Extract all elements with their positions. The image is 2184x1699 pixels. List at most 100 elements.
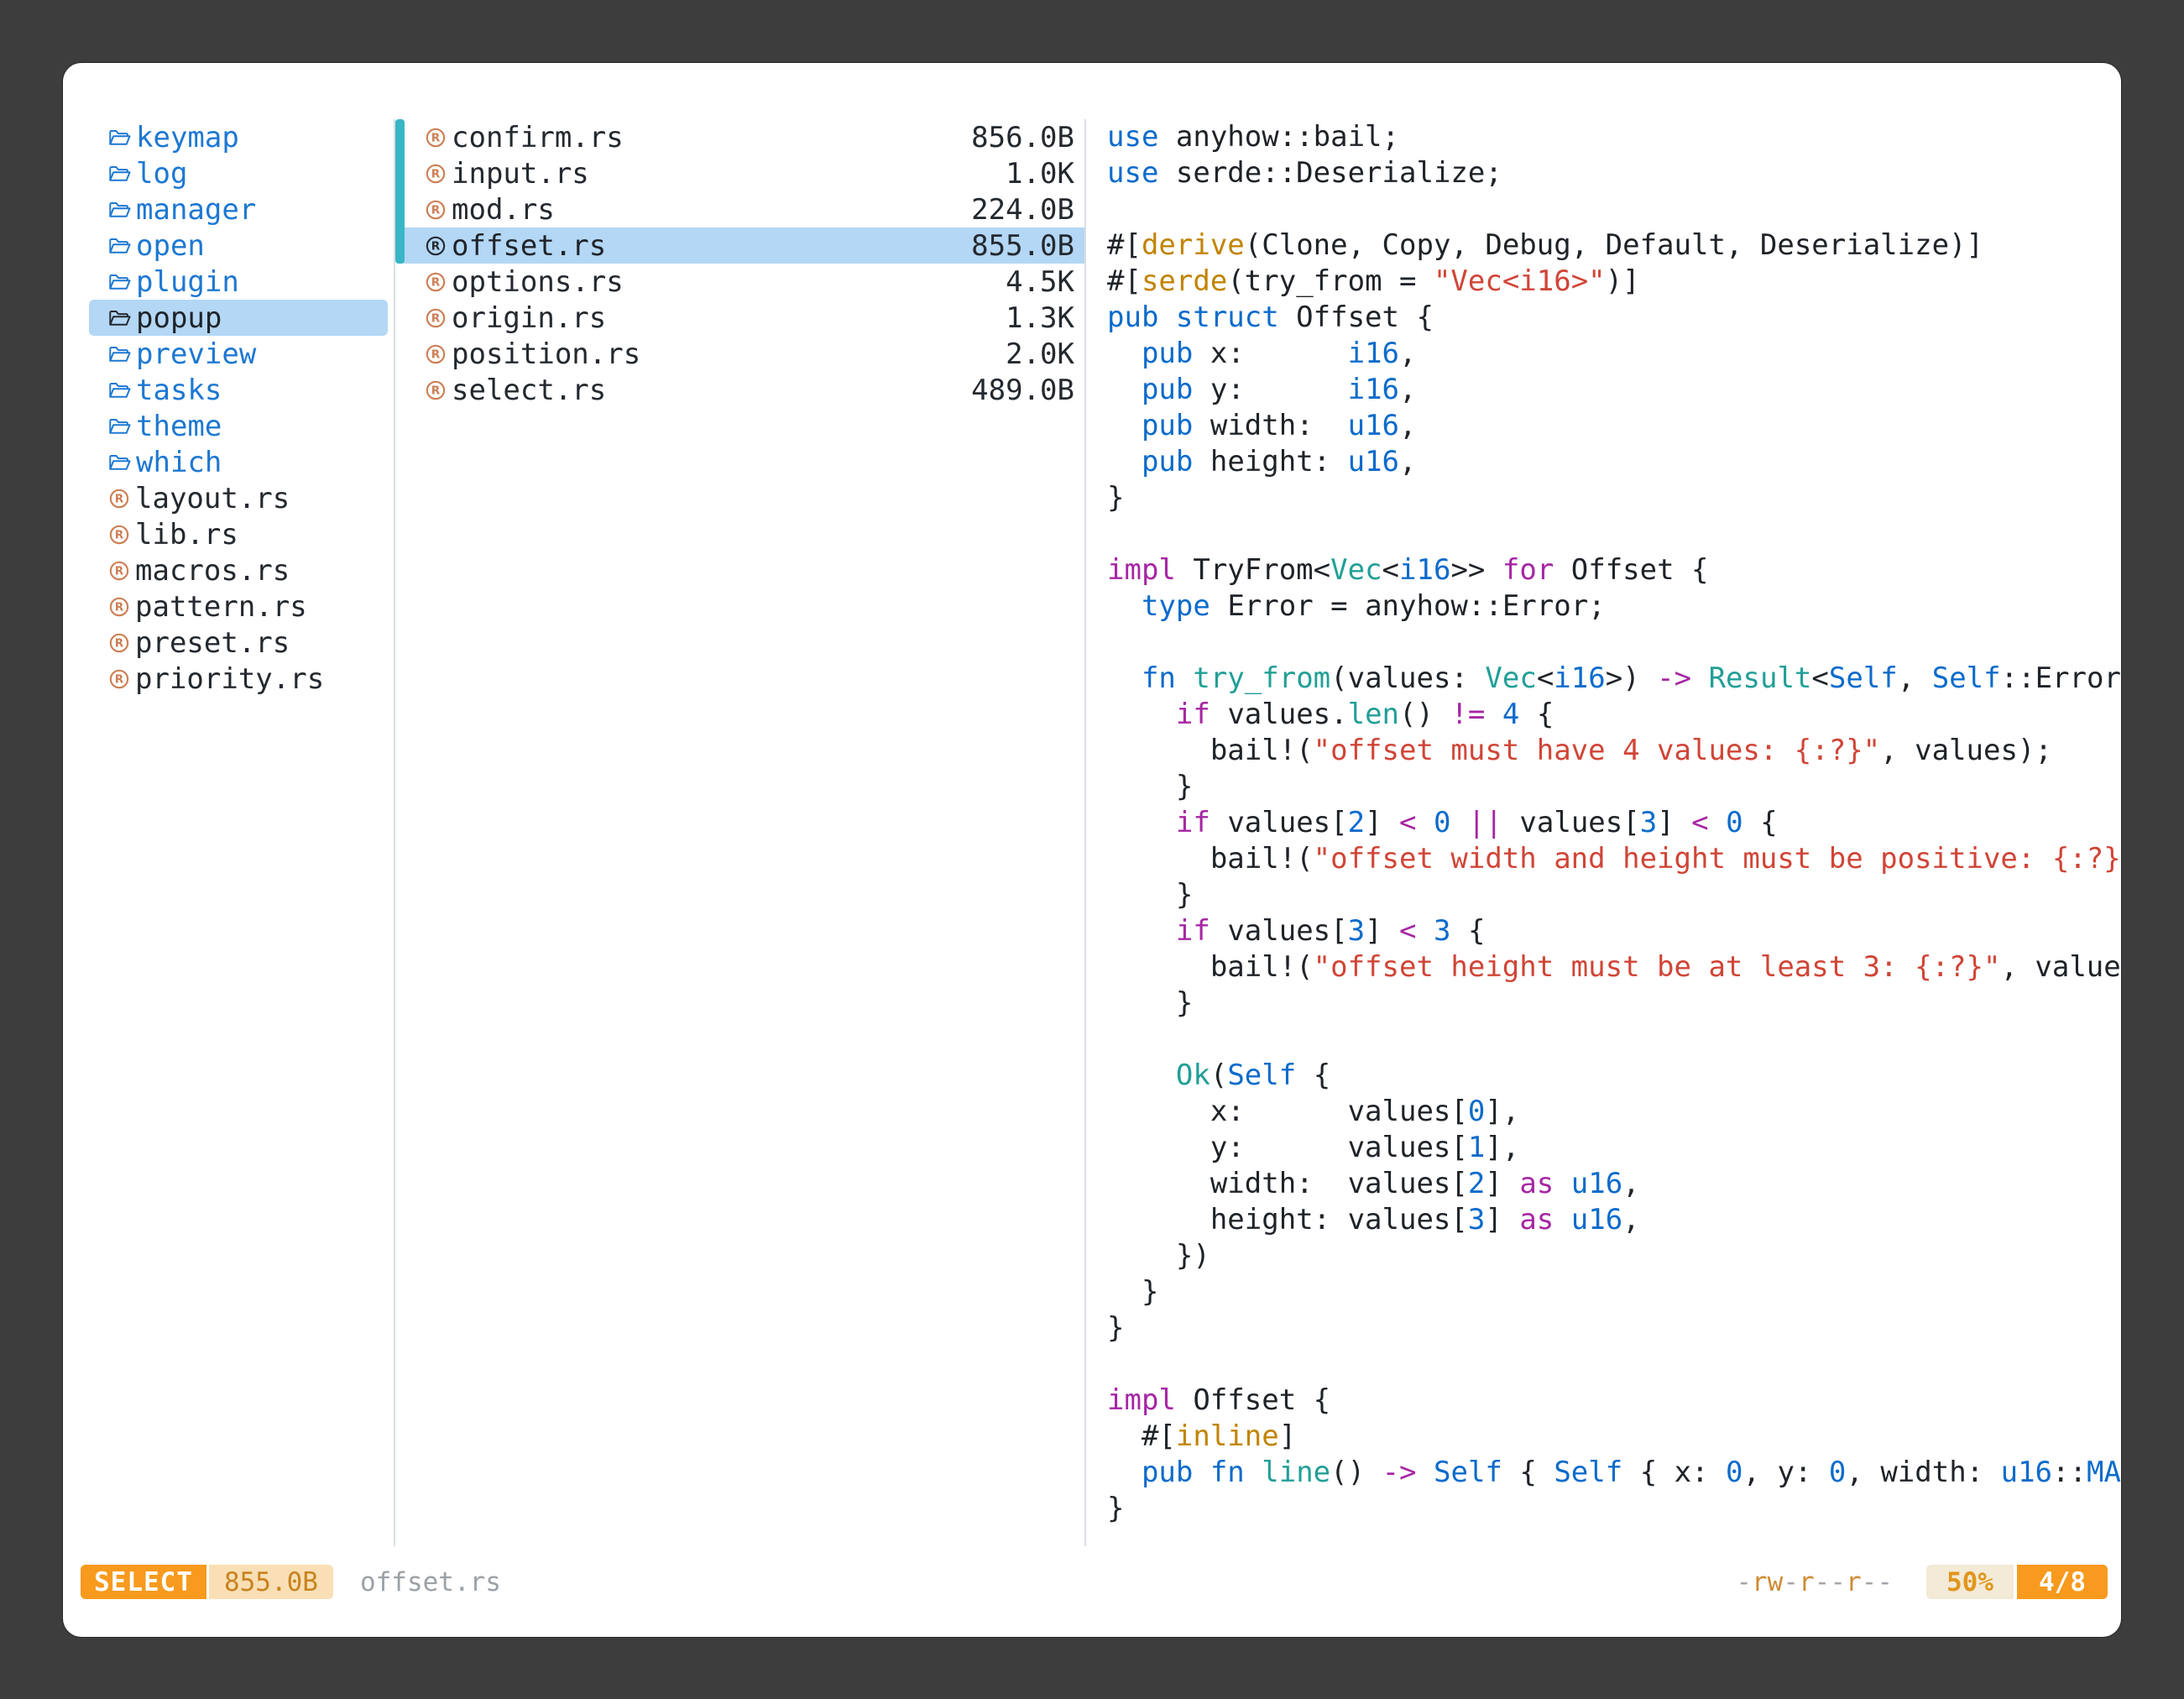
rust-file-icon: R bbox=[108, 668, 130, 690]
item-name: macros.rs bbox=[135, 554, 290, 588]
item-name: open bbox=[136, 229, 205, 263]
item-size: 224.0B bbox=[971, 193, 1074, 227]
item-name: preset.rs bbox=[135, 626, 290, 660]
parent-directory-pane: keymaplogmanageropenpluginpopuppreviewta… bbox=[89, 119, 388, 697]
folder-icon bbox=[108, 236, 131, 256]
code-line: fn try_from(values: Vec<i16>) -> Result<… bbox=[1107, 661, 2121, 697]
folder-icon bbox=[108, 128, 131, 148]
item-name: input.rs bbox=[452, 157, 589, 191]
item-name: keymap bbox=[136, 121, 239, 154]
file-item-pattern-rs[interactable]: Rpattern.rs bbox=[89, 588, 388, 625]
code-line: Ok(Self { bbox=[1107, 1058, 2121, 1094]
item-size: 856.0B bbox=[971, 121, 1074, 154]
svg-text:R: R bbox=[431, 167, 441, 180]
code-line: } bbox=[1107, 985, 2121, 1022]
file-item-preset-rs[interactable]: Rpreset.rs bbox=[89, 625, 388, 661]
code-line: } bbox=[1107, 480, 2121, 516]
file-item-confirm-rs[interactable]: Rconfirm.rs 856.0B bbox=[397, 119, 1085, 155]
code-line bbox=[1107, 1346, 2121, 1383]
code-line: height: values[3] as u16, bbox=[1107, 1202, 2121, 1238]
file-item-macros-rs[interactable]: Rmacros.rs bbox=[89, 552, 388, 588]
svg-text:R: R bbox=[115, 492, 124, 505]
item-size: 1.0K bbox=[1006, 157, 1074, 191]
folder-icon bbox=[108, 416, 131, 437]
current-directory-pane: Rconfirm.rs 856.0B Rinput.rs 1.0KRmod.rs224… bbox=[397, 119, 1085, 408]
scroll-percent-badge: 50% bbox=[1926, 1565, 2014, 1599]
rust-file-icon: R bbox=[425, 127, 447, 149]
pane-divider-right bbox=[1084, 119, 1086, 1546]
file-item-lib-rs[interactable]: Rlib.rs bbox=[89, 516, 388, 552]
svg-text:R: R bbox=[115, 564, 124, 578]
item-name: log bbox=[136, 157, 187, 191]
dir-item-open[interactable]: open bbox=[89, 227, 388, 264]
status-filename: offset.rs bbox=[360, 1567, 501, 1597]
item-name: origin.rs bbox=[452, 301, 606, 335]
dir-item-keymap[interactable]: keymap bbox=[89, 119, 388, 155]
rust-file-icon: R bbox=[108, 632, 130, 654]
selection-marker-bar[interactable] bbox=[395, 119, 405, 264]
dir-item-which[interactable]: which bbox=[89, 444, 388, 480]
rust-file-icon: R bbox=[425, 199, 447, 221]
dir-item-popup[interactable]: popup bbox=[89, 300, 388, 336]
item-size: 489.0B bbox=[971, 374, 1074, 407]
dir-item-preview[interactable]: preview bbox=[89, 336, 388, 372]
item-name: which bbox=[136, 446, 222, 479]
file-item-select-rs[interactable]: Rselect.rs489.0B bbox=[397, 372, 1085, 408]
dir-item-tasks[interactable]: tasks bbox=[89, 372, 388, 408]
code-line: x: values[0], bbox=[1107, 1094, 2121, 1130]
item-name: confirm.rs bbox=[452, 121, 624, 154]
code-line bbox=[1107, 625, 2121, 661]
file-item-options-rs[interactable]: Roptions.rs4.5K bbox=[397, 264, 1085, 300]
file-item-offset-rs[interactable]: Roffset.rs 855.0B bbox=[397, 227, 1085, 264]
code-line: } bbox=[1107, 1491, 2121, 1527]
code-line: pub y: i16, bbox=[1107, 372, 2121, 408]
item-name: popup bbox=[136, 301, 222, 335]
dir-item-plugin[interactable]: plugin bbox=[89, 264, 388, 300]
file-item-origin-rs[interactable]: Rorigin.rs1.3K bbox=[397, 300, 1085, 336]
code-line: if values.len() != 4 { bbox=[1107, 697, 2121, 733]
rust-file-icon: R bbox=[108, 560, 130, 582]
item-size: 4.5K bbox=[1006, 265, 1074, 299]
code-line: impl Offset { bbox=[1107, 1383, 2121, 1419]
item-size: 855.0B bbox=[971, 229, 1074, 263]
dir-item-log[interactable]: log bbox=[89, 155, 388, 191]
item-name: plugin bbox=[136, 265, 239, 299]
file-preview-pane[interactable]: use anyhow::bail;use serde::Deserialize;… bbox=[1107, 119, 2121, 1561]
item-size: 2.0K bbox=[1006, 337, 1074, 371]
file-item-layout-rs[interactable]: Rlayout.rs bbox=[89, 480, 388, 516]
code-line: use serde::Deserialize; bbox=[1107, 155, 2121, 191]
svg-text:R: R bbox=[431, 239, 441, 253]
svg-text:R: R bbox=[431, 131, 441, 144]
code-line: #[derive(Clone, Copy, Debug, Default, De… bbox=[1107, 227, 2121, 264]
item-name: manager bbox=[136, 193, 256, 227]
folder-icon bbox=[108, 164, 131, 184]
file-size-badge: 855.0B bbox=[209, 1565, 333, 1599]
file-item-mod-rs[interactable]: Rmod.rs224.0B bbox=[397, 191, 1085, 227]
dir-item-theme[interactable]: theme bbox=[89, 408, 388, 444]
code-line: pub struct Offset { bbox=[1107, 300, 2121, 336]
file-item-priority-rs[interactable]: Rpriority.rs bbox=[89, 661, 388, 697]
yazi-file-manager-window: keymaplogmanageropenpluginpopuppreviewta… bbox=[63, 63, 2121, 1637]
folder-icon bbox=[108, 308, 131, 328]
code-line bbox=[1107, 1022, 2121, 1058]
code-line: use anyhow::bail; bbox=[1107, 119, 2121, 155]
item-size: 1.3K bbox=[1006, 301, 1074, 335]
file-item-input-rs[interactable]: Rinput.rs 1.0K bbox=[397, 155, 1085, 191]
permissions-text: -rw-r--r-- bbox=[1736, 1567, 1893, 1597]
svg-text:R: R bbox=[431, 203, 441, 217]
svg-text:R: R bbox=[431, 348, 441, 361]
code-line: bail!("offset width and height must be p… bbox=[1107, 841, 2121, 877]
code-line: #[inline] bbox=[1107, 1419, 2121, 1455]
code-line: impl TryFrom<Vec<i16>> for Offset { bbox=[1107, 552, 2121, 588]
code-line: } bbox=[1107, 1274, 2121, 1310]
svg-text:R: R bbox=[115, 528, 124, 541]
item-name: offset.rs bbox=[452, 229, 606, 263]
dir-item-manager[interactable]: manager bbox=[89, 191, 388, 227]
code-line: bail!("offset height must be at least 3:… bbox=[1107, 949, 2121, 985]
folder-icon bbox=[108, 452, 131, 473]
file-item-position-rs[interactable]: Rposition.rs2.0K bbox=[397, 336, 1085, 372]
folder-icon bbox=[108, 200, 131, 220]
item-name: priority.rs bbox=[135, 662, 324, 696]
code-line: width: values[2] as u16, bbox=[1107, 1166, 2121, 1202]
code-line: }) bbox=[1107, 1238, 2121, 1274]
